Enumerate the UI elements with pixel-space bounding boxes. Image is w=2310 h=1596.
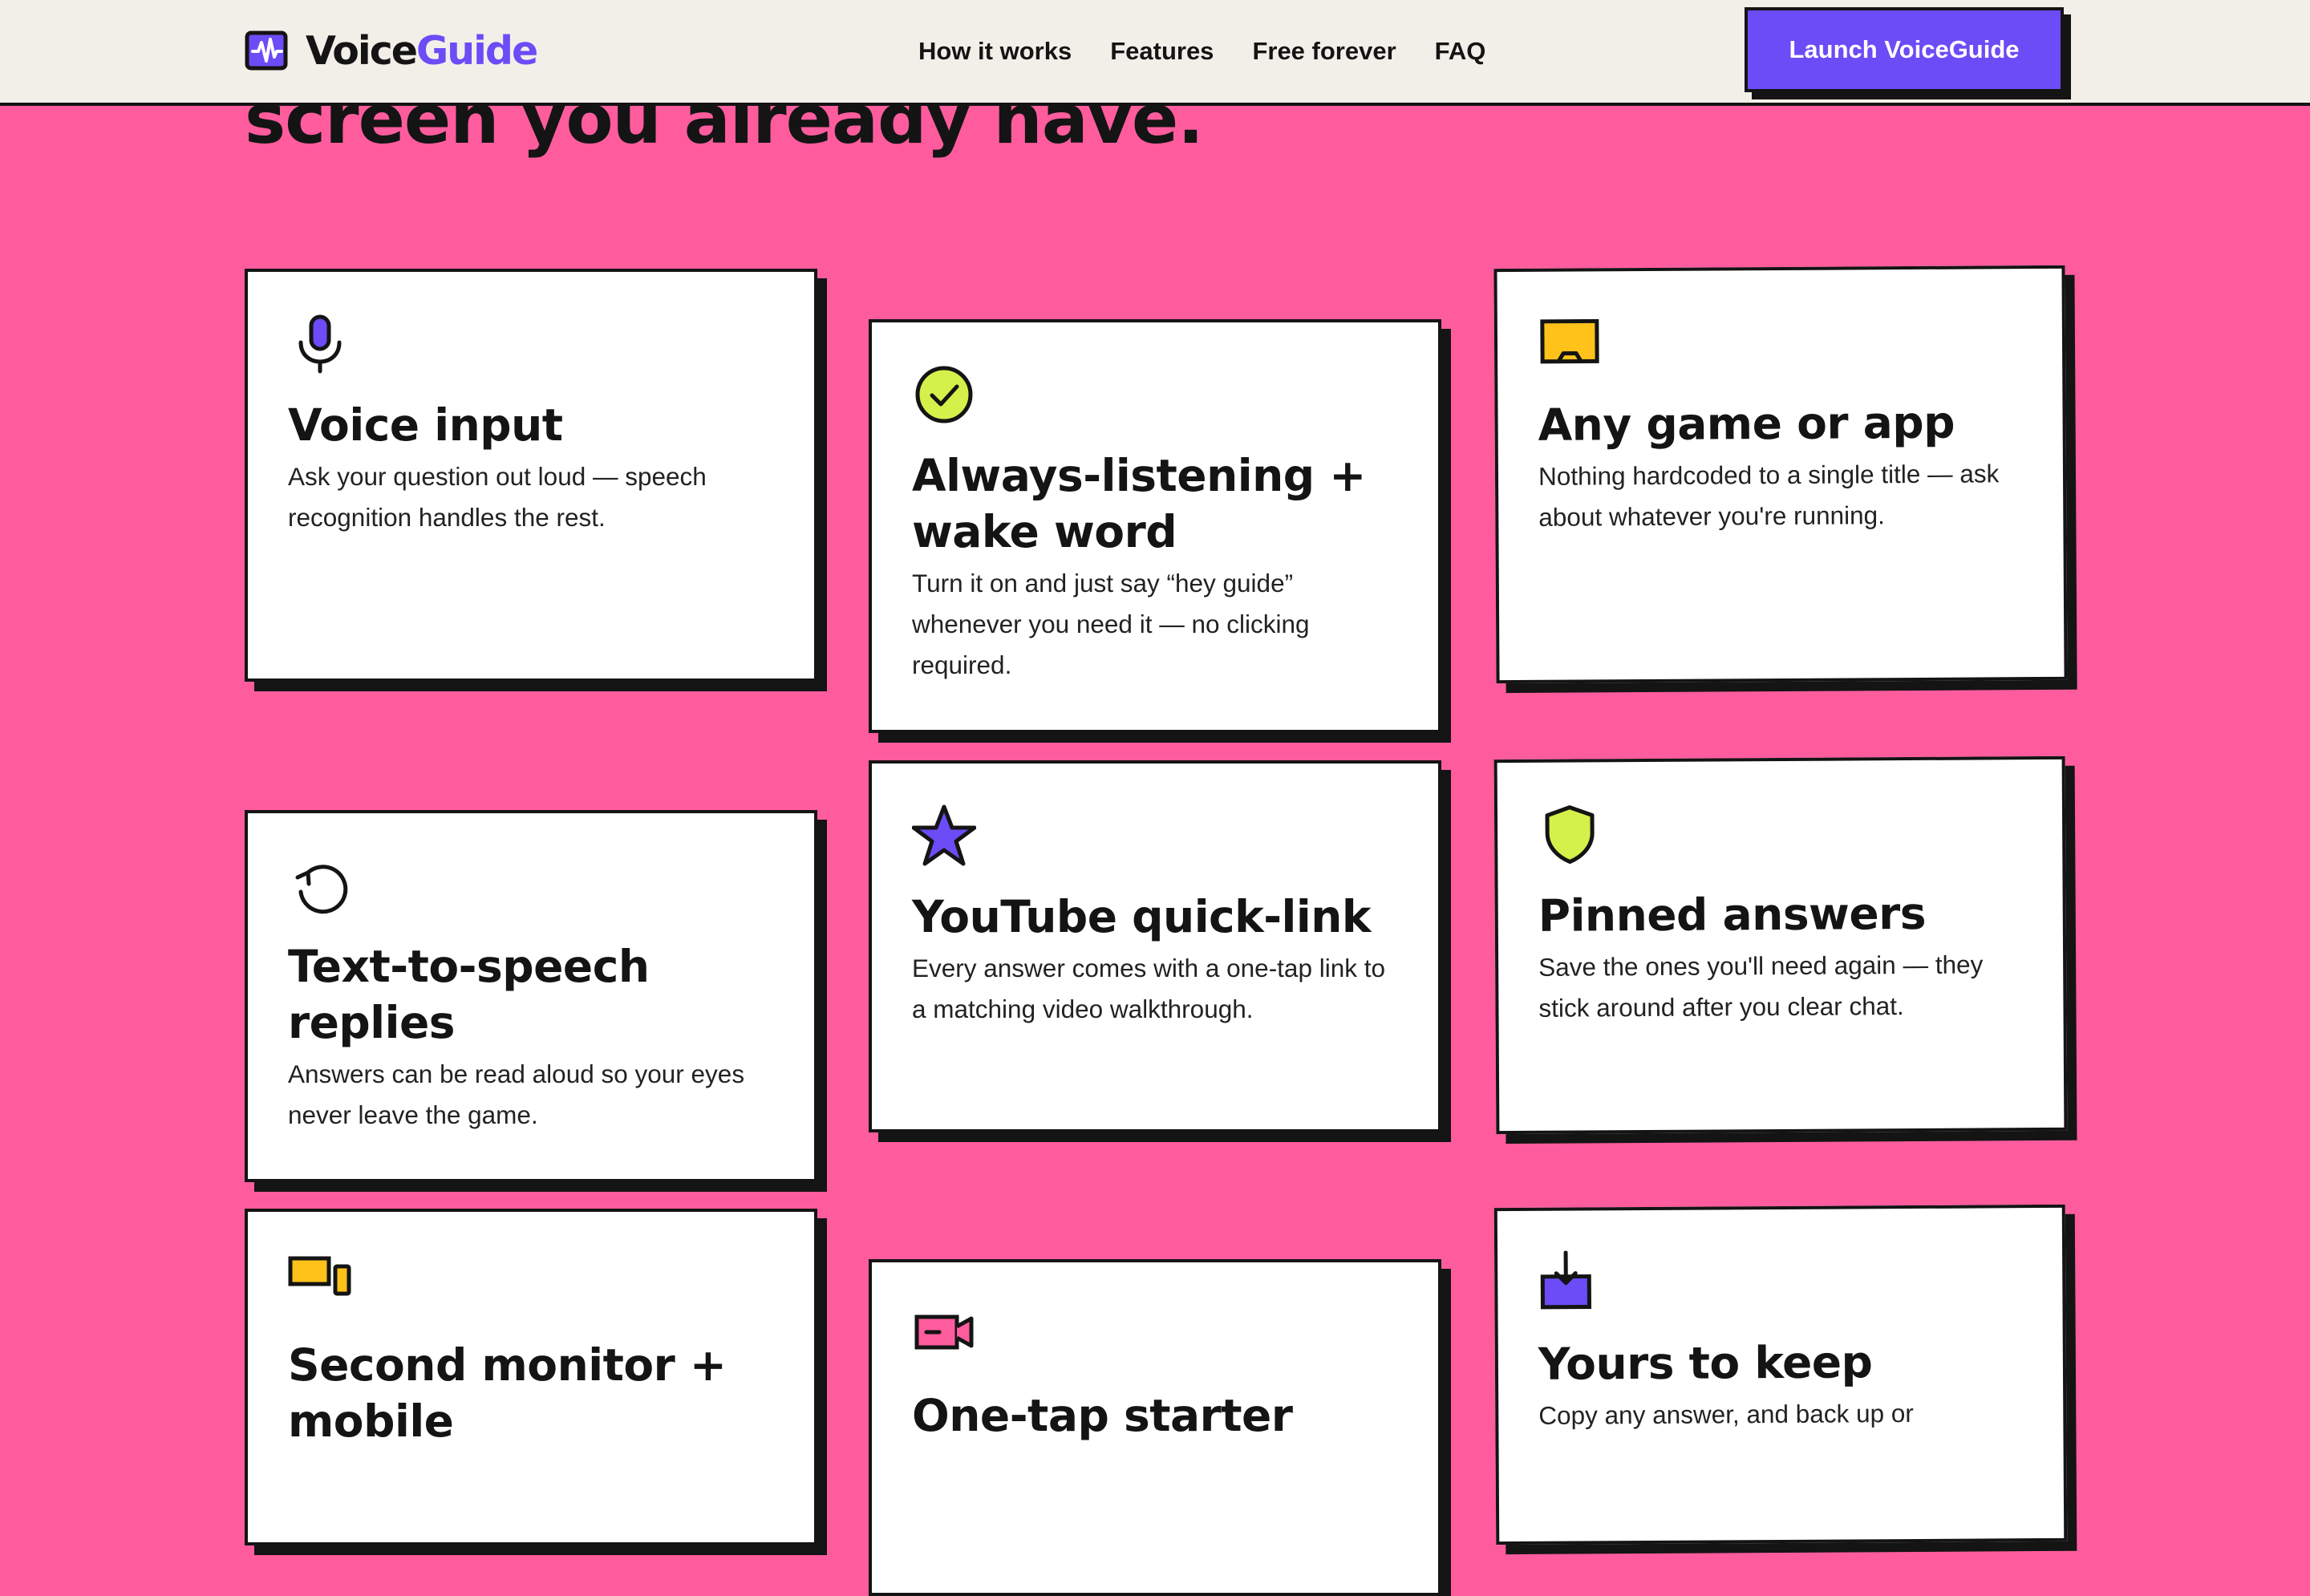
feature-title: One-tap starter — [912, 1387, 1401, 1444]
feature-card-text-to-speech: Text-to-speech replies Answers can be re… — [245, 810, 817, 1182]
feature-title: Always-listening + wake word — [912, 448, 1401, 560]
feature-title: Text-to-speech replies — [288, 938, 777, 1051]
shield-icon — [1538, 802, 1602, 866]
feature-card-one-tap-starter: One-tap starter — [869, 1259, 1441, 1596]
feature-card-voice-input: Voice input Ask your question out loud —… — [245, 269, 817, 682]
feature-description: Turn it on and just say “hey guide” when… — [912, 563, 1401, 686]
feature-description: Nothing hardcoded to a single title — as… — [1538, 453, 2027, 538]
waveform-icon — [245, 30, 290, 72]
nav-faq[interactable]: FAQ — [1435, 37, 1486, 66]
feature-description: Every answer comes with a one-tap link t… — [912, 948, 1401, 1030]
monitor-phone-icon — [288, 1252, 352, 1316]
site-header: VoiceGuide How it works Features Free fo… — [0, 0, 2310, 106]
feature-card-yours-to-keep: Yours to keep Copy any answer, and back … — [1494, 1205, 2068, 1545]
feature-description: Answers can be read aloud so your eyes n… — [288, 1054, 777, 1136]
feature-title: Pinned answers — [1538, 885, 2026, 944]
logo-word-guide: Guide — [416, 28, 537, 74]
logo-word-voice: Voice — [306, 28, 416, 74]
launch-button[interactable]: Launch VoiceGuide — [1745, 7, 2064, 92]
nav-how-it-works[interactable]: How it works — [918, 37, 1072, 66]
feature-card-youtube-link: YouTube quick-link Every answer comes wi… — [869, 760, 1441, 1132]
nav-free-forever[interactable]: Free forever — [1252, 37, 1396, 66]
feature-title: Yours to keep — [1538, 1333, 2026, 1392]
feature-card-wake-word: Always-listening + wake word Turn it on … — [869, 319, 1441, 733]
feature-title: YouTube quick-link — [912, 889, 1401, 945]
logo-wordmark: VoiceGuide — [306, 30, 537, 73]
download-tray-icon — [1538, 1250, 1602, 1314]
logo[interactable]: VoiceGuide — [245, 30, 537, 73]
feature-description: Ask your question out loud — speech reco… — [288, 456, 777, 538]
video-camera-icon — [912, 1302, 976, 1367]
feature-card-any-game: Any game or app Nothing hardcoded to a s… — [1493, 265, 2067, 683]
feature-title: Voice input — [288, 397, 777, 453]
feature-card-pinned-answers: Pinned answers Save the ones you'll need… — [1494, 756, 2068, 1134]
nav-features[interactable]: Features — [1110, 37, 1214, 66]
check-circle-icon — [912, 363, 976, 427]
main-nav: How it works Features Free forever FAQ — [918, 32, 1485, 71]
star-icon — [912, 804, 976, 868]
refresh-icon — [288, 853, 352, 917]
feature-description: Save the ones you'll need again — they s… — [1538, 944, 2027, 1029]
screen-icon — [1538, 311, 1602, 375]
microphone-icon — [288, 312, 352, 376]
feature-card-second-monitor: Second monitor + mobile — [245, 1209, 817, 1545]
feature-description: Copy any answer, and back up or — [1538, 1392, 2026, 1436]
feature-title: Any game or app — [1538, 394, 2025, 453]
feature-title: Second monitor + mobile — [288, 1337, 777, 1449]
